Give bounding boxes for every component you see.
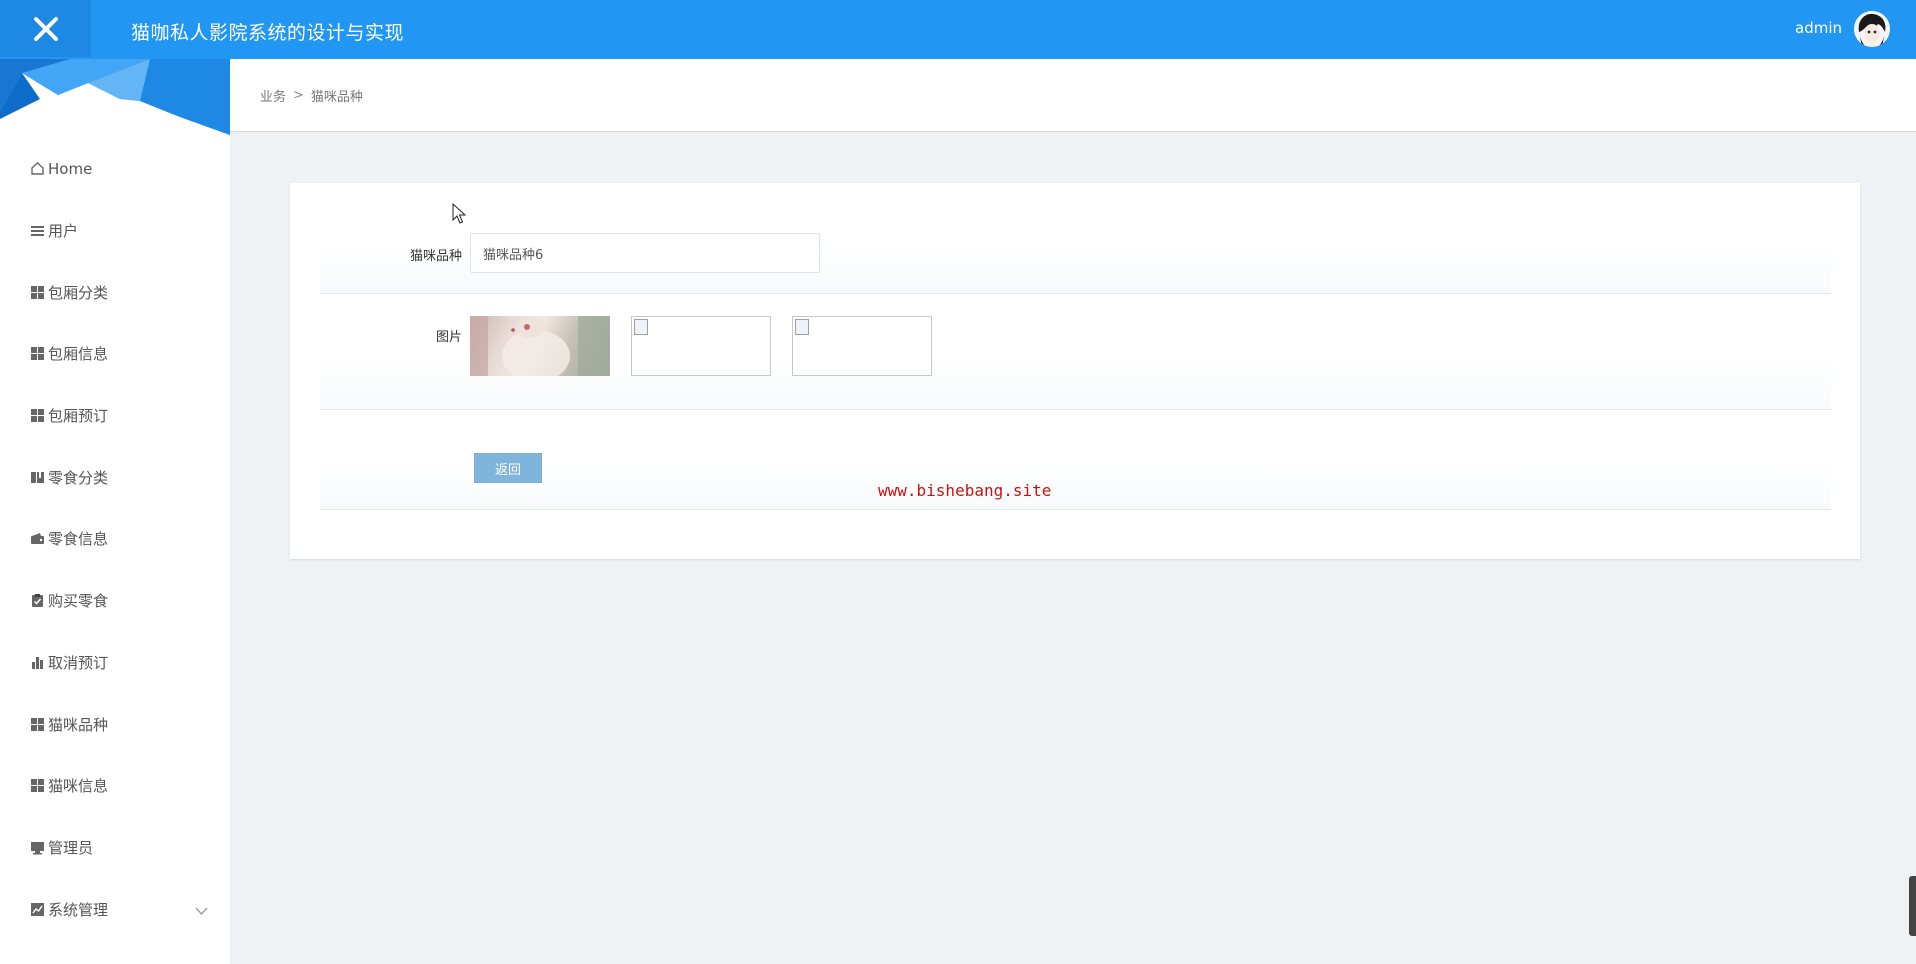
detail-card: 猫咪品种 图片 返回 [290,183,1860,559]
back-button[interactable]: 返回 [474,453,542,483]
sidebar-item-label: 系统管理 [48,900,109,919]
sidebar-item-system[interactable]: 系统管理 [0,878,230,940]
wallet-icon [30,531,45,546]
broken-image-thumbnail[interactable] [631,316,771,376]
sidebar-item-label: 用户 [48,222,79,241]
close-button[interactable] [0,0,91,57]
sidebar-item-label: 管理员 [48,838,94,857]
sidebar-item-label: 包厢预订 [48,407,109,426]
grid-icon [30,717,45,732]
sidebar-item-cat-info[interactable]: 猫咪信息 [0,755,230,817]
bar-chart-icon [30,655,45,670]
breed-row: 猫咪品种 [320,183,1831,294]
sidebar-item-label: Home [48,159,93,178]
home-icon [30,161,45,176]
sidebar-item-label: 猫咪信息 [48,777,109,796]
sidebar-item-users[interactable]: 用户 [0,200,230,262]
line-chart-icon [30,902,45,917]
sidebar-item-home[interactable]: Home [0,138,230,200]
sidebar-item-buy-snack[interactable]: 购买零食 [0,570,230,632]
image-row: 图片 [320,294,1831,410]
close-icon [33,16,58,41]
sidebar-item-room-info[interactable]: 包厢信息 [0,323,230,385]
breed-input[interactable] [470,233,820,273]
breadcrumb-current: 猫咪品种 [310,89,363,105]
avatar-image-icon [1854,11,1890,47]
user-name[interactable]: admin [1795,19,1842,37]
sidebar-item-snack-info[interactable]: 零食信息 [0,508,230,570]
sidebar-item-label: 零食分类 [48,468,109,487]
cat-photo-image [470,316,610,376]
sidebar-item-room-category[interactable]: 包厢分类 [0,261,230,323]
sidebar-item-label: 取消预订 [48,653,109,672]
action-row: 返回 [320,410,1831,510]
breadcrumb-separator: > [293,87,304,103]
app-title: 猫咖私人影院系统的设计与实现 [131,22,405,44]
side-scroll-tab[interactable] [1909,876,1916,936]
breadcrumb: 业务 > 猫咪品种 [230,59,1916,132]
image-label: 图片 [435,330,462,345]
grid-icon [30,408,45,423]
broken-image-thumbnail[interactable] [792,316,932,376]
sidebar-item-admin[interactable]: 管理员 [0,817,230,879]
sidebar-item-label: 零食信息 [48,530,109,549]
list-icon [30,223,45,238]
sidebar: Home 用户 包厢分类 包厢信息 包厢预订 零食分类 零食信息 购买零食 取消… [0,59,230,964]
monitor-icon [30,840,45,855]
grid-icon [30,285,45,300]
mouse-cursor-icon [452,203,466,224]
chevron-down-icon[interactable] [195,903,208,921]
sidebar-item-cat-breed[interactable]: 猫咪品种 [0,693,230,755]
sidebar-item-room-booking[interactable]: 包厢预订 [0,385,230,447]
broken-image-icon [795,319,809,335]
sidebar-item-label: 猫咪品种 [48,715,109,734]
avatar[interactable] [1854,11,1890,47]
sidebar-menu: Home 用户 包厢分类 包厢信息 包厢预订 零食分类 零食信息 购买零食 取消… [0,138,230,940]
sidebar-item-cancel-booking[interactable]: 取消预订 [0,632,230,694]
sidebar-item-label: 购买零食 [48,592,109,611]
breed-label: 猫咪品种 [409,249,462,264]
top-bar: 猫咖私人影院系统的设计与实现 admin [0,0,1916,59]
sidebar-item-label: 包厢信息 [48,345,109,364]
grid-icon [30,346,45,361]
book-icon [30,470,45,485]
clipboard-icon [30,593,45,608]
grid-icon [30,778,45,793]
watermark-text: www.bishebang.site [878,481,1052,500]
breadcrumb-parent[interactable]: 业务 [260,86,286,105]
cat-photo-thumbnail[interactable] [470,316,610,376]
sidebar-banner [0,59,230,135]
sidebar-item-snack-category[interactable]: 零食分类 [0,446,230,508]
broken-image-icon [634,319,648,335]
sidebar-item-label: 包厢分类 [48,283,109,302]
